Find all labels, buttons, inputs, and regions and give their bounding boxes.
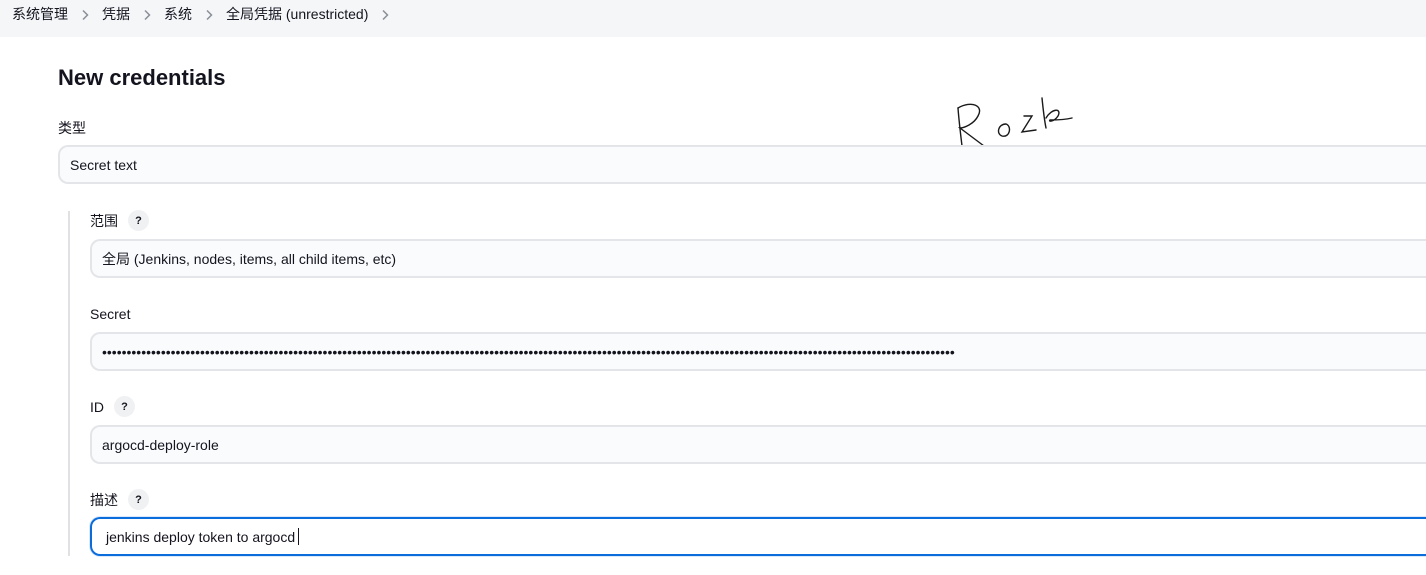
id-value: argocd-deploy-role: [102, 436, 219, 453]
id-label-text: ID: [90, 398, 104, 415]
scope-value: 全局 (Jenkins, nodes, items, all child ite…: [102, 250, 397, 267]
breadcrumb-item-credentials[interactable]: 凭据: [102, 6, 130, 22]
chevron-right-icon[interactable]: [368, 6, 402, 22]
kind-select[interactable]: Secret text: [58, 145, 1426, 184]
chevron-right-icon: [68, 6, 102, 22]
kind-value: Secret text: [70, 156, 137, 173]
secret-input[interactable]: ••••••••••••••••••••••••••••••••••••••••…: [90, 332, 1426, 371]
secret-masked-value: ••••••••••••••••••••••••••••••••••••••••…: [102, 343, 955, 360]
page-title: New credentials: [58, 65, 226, 90]
breadcrumb-item-system[interactable]: 系统: [164, 6, 192, 22]
scope-select[interactable]: 全局 (Jenkins, nodes, items, all child ite…: [90, 239, 1426, 278]
id-label: ID ?: [90, 396, 135, 417]
breadcrumb: 系统管理 凭据 系统 全局凭据 (unrestricted): [0, 0, 1426, 37]
scope-label-text: 范围: [90, 212, 118, 229]
help-icon[interactable]: ?: [128, 489, 149, 510]
breadcrumb-item-global-credentials[interactable]: 全局凭据 (unrestricted): [226, 6, 368, 22]
help-icon[interactable]: ?: [128, 210, 149, 231]
chevron-right-icon: [130, 6, 164, 22]
kind-label: 类型: [58, 119, 86, 137]
description-input[interactable]: jenkins deploy token to argocd: [90, 517, 1426, 556]
secret-label-text: Secret: [90, 306, 131, 322]
description-label: 描述 ?: [90, 489, 149, 510]
description-label-text: 描述: [90, 491, 118, 508]
id-input[interactable]: argocd-deploy-role: [90, 425, 1426, 464]
secret-label: Secret: [90, 305, 130, 323]
text-caret: [298, 528, 300, 545]
breadcrumb-item-manage[interactable]: 系统管理: [12, 6, 68, 22]
nested-section-bar: [68, 211, 70, 556]
description-value: jenkins deploy token to argocd: [106, 528, 296, 545]
scope-label: 范围 ?: [90, 210, 149, 231]
kind-label-text: 类型: [58, 120, 86, 136]
help-icon[interactable]: ?: [114, 396, 135, 417]
chevron-right-icon: [192, 6, 226, 22]
